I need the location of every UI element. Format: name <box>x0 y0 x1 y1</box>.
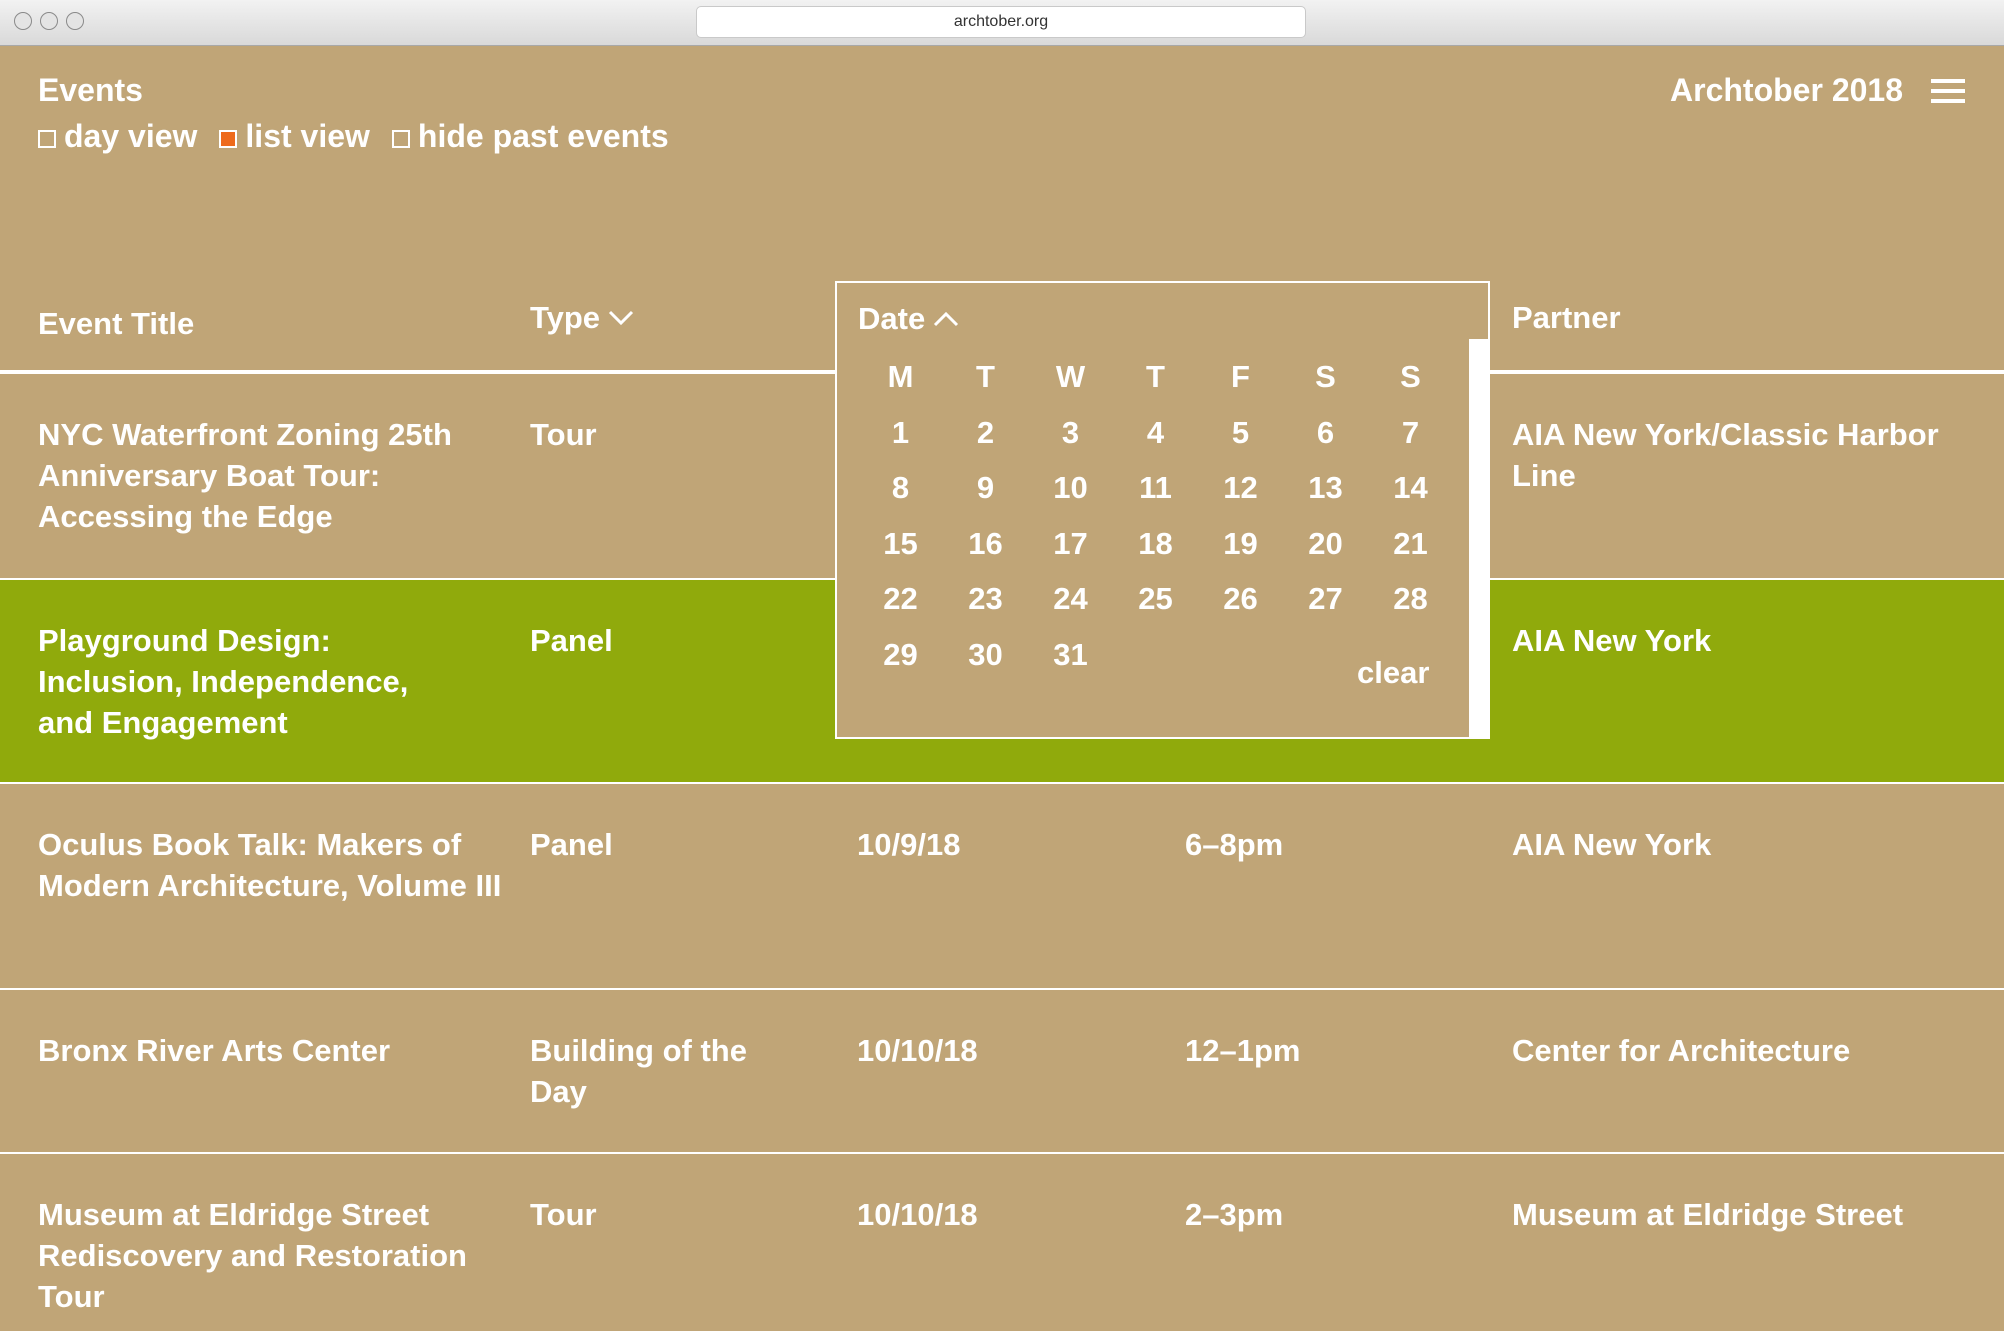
event-date: 10/10/18 <box>857 1197 978 1232</box>
minimize-window-icon[interactable] <box>40 12 58 30</box>
page-title: Events <box>38 72 143 108</box>
calendar-week: 1 2 3 4 5 6 7 <box>858 405 1458 461</box>
calendar-day[interactable]: 17 <box>1028 516 1113 572</box>
calendar-day[interactable]: 16 <box>943 516 1028 572</box>
event-title[interactable]: Bronx River Arts Center <box>38 1030 498 1071</box>
weekday-label: S <box>1315 359 1336 394</box>
calendar-day[interactable]: 15 <box>858 516 943 572</box>
day-view-label: day view <box>64 118 198 154</box>
column-header-type[interactable]: Type <box>530 300 634 336</box>
close-window-icon[interactable] <box>14 12 32 30</box>
calendar-day[interactable]: 12 <box>1198 460 1283 516</box>
event-type: Tour <box>530 417 597 452</box>
weekday-label: T <box>1146 359 1165 394</box>
event-type: Panel <box>530 623 613 658</box>
column-date-label: Date <box>858 301 926 336</box>
event-type: Tour <box>530 1197 597 1232</box>
hamburger-menu-icon[interactable] <box>1931 79 1965 103</box>
calendar-day[interactable]: 11 <box>1113 460 1198 516</box>
calendar-day[interactable]: 1 <box>858 405 943 461</box>
calendar-day[interactable]: 23 <box>943 571 1028 627</box>
calendar-week: 22 23 24 25 26 27 28 <box>858 571 1458 627</box>
calendar-day[interactable]: 18 <box>1113 516 1198 572</box>
calendar-day[interactable]: 8 <box>858 460 943 516</box>
calendar-week: 8 9 10 11 12 13 14 <box>858 460 1458 516</box>
weekday-label: M <box>887 359 914 394</box>
weekday-label: W <box>1055 359 1086 394</box>
calendar-day[interactable]: 26 <box>1198 571 1283 627</box>
column-header-partner[interactable]: Partner <box>1512 300 1621 336</box>
calendar-day[interactable]: 5 <box>1198 405 1283 461</box>
address-bar[interactable]: archtober.org <box>696 6 1306 38</box>
calendar-day[interactable]: 27 <box>1283 571 1368 627</box>
day-view-checkbox[interactable] <box>38 129 56 148</box>
zoom-window-icon[interactable] <box>66 12 84 30</box>
date-picker-dropdown: Date M T W T F S S 1 2 3 4 5 6 7 8 9 10 … <box>835 281 1490 739</box>
calendar-day[interactable]: 6 <box>1283 405 1368 461</box>
calendar-day[interactable]: 7 <box>1368 405 1453 461</box>
calendar-day[interactable]: 10 <box>1028 460 1113 516</box>
table-row[interactable]: Museum at Eldridge Street Rediscovery an… <box>0 1154 2004 1331</box>
event-date: 10/10/18 <box>857 1033 978 1068</box>
calendar-day[interactable]: 14 <box>1368 460 1453 516</box>
calendar-grid: M T W T F S S 1 2 3 4 5 6 7 8 9 10 11 12… <box>858 349 1458 682</box>
calendar-day[interactable]: 30 <box>943 627 1028 683</box>
clear-date-button[interactable]: clear <box>1357 655 1429 691</box>
column-header-date[interactable]: Date <box>858 301 959 337</box>
list-view-option[interactable]: list view <box>219 118 370 155</box>
calendar-day[interactable]: 13 <box>1283 460 1368 516</box>
table-row[interactable]: Oculus Book Talk: Makers of Modern Archi… <box>0 784 2004 988</box>
column-partner-label: Partner <box>1512 300 1621 335</box>
event-title[interactable]: Museum at Eldridge Street Rediscovery an… <box>38 1194 508 1317</box>
column-header-title[interactable]: Event Title <box>38 306 194 342</box>
hide-past-events-option[interactable]: hide past events <box>391 118 669 155</box>
calendar-day[interactable]: 2 <box>943 405 1028 461</box>
event-title[interactable]: Playground Design: Inclusion, Independen… <box>38 620 458 743</box>
weekday-label: F <box>1231 359 1250 394</box>
calendar-day[interactable]: 4 <box>1113 405 1198 461</box>
list-view-checkbox[interactable] <box>219 129 238 148</box>
event-title[interactable]: Oculus Book Talk: Makers of Modern Archi… <box>38 824 508 906</box>
calendar-day[interactable]: 24 <box>1028 571 1113 627</box>
event-partner: AIA New York <box>1512 623 1712 658</box>
hide-past-events-label: hide past events <box>417 118 669 154</box>
calendar-day[interactable]: 29 <box>858 627 943 683</box>
event-time: 6–8pm <box>1185 827 1284 862</box>
chevron-up-icon <box>934 311 959 327</box>
day-view-option[interactable]: day view <box>38 118 197 155</box>
event-partner: Center for Architecture <box>1512 1033 1851 1068</box>
event-time: 12–1pm <box>1185 1033 1301 1068</box>
calendar-day[interactable]: 21 <box>1368 516 1453 572</box>
calendar-day[interactable]: 25 <box>1113 571 1198 627</box>
weekday-header-row: M T W T F S S <box>858 349 1458 405</box>
calendar-week: 15 16 17 18 19 20 21 <box>858 516 1458 572</box>
table-row[interactable]: Bronx River Arts Center Building of the … <box>0 990 2004 1152</box>
event-title[interactable]: NYC Waterfront Zoning 25th Anniversary B… <box>38 414 498 537</box>
event-type: Panel <box>530 827 613 862</box>
event-partner: AIA New York/Classic Harbor Line <box>1512 417 1939 493</box>
view-options: day view list view hide past events <box>38 118 691 155</box>
calendar-day[interactable]: 9 <box>943 460 1028 516</box>
calendar-day[interactable]: 28 <box>1368 571 1453 627</box>
event-time: 2–3pm <box>1185 1197 1284 1232</box>
browser-chrome: archtober.org <box>0 0 2004 46</box>
weekday-label: T <box>976 359 995 394</box>
chevron-down-icon <box>609 310 634 326</box>
calendar-day[interactable]: 19 <box>1198 516 1283 572</box>
column-title-label: Event Title <box>38 306 195 341</box>
event-partner: AIA New York <box>1512 827 1712 862</box>
weekday-label: S <box>1400 359 1421 394</box>
calendar-day[interactable]: 20 <box>1283 516 1368 572</box>
hide-past-events-checkbox[interactable] <box>391 129 410 148</box>
list-view-label: list view <box>245 118 370 154</box>
event-partner: Museum at Eldridge Street <box>1512 1197 1904 1232</box>
event-date: 10/9/18 <box>857 827 961 862</box>
column-type-label: Type <box>530 300 601 335</box>
calendar-day[interactable]: 22 <box>858 571 943 627</box>
event-type: Building of the Day <box>530 1033 747 1109</box>
brand-title[interactable]: Archtober 2018 <box>1670 72 1903 109</box>
calendar-day[interactable]: 31 <box>1028 627 1113 683</box>
calendar-day[interactable]: 3 <box>1028 405 1113 461</box>
date-picker-scrollbar[interactable] <box>1469 339 1488 739</box>
